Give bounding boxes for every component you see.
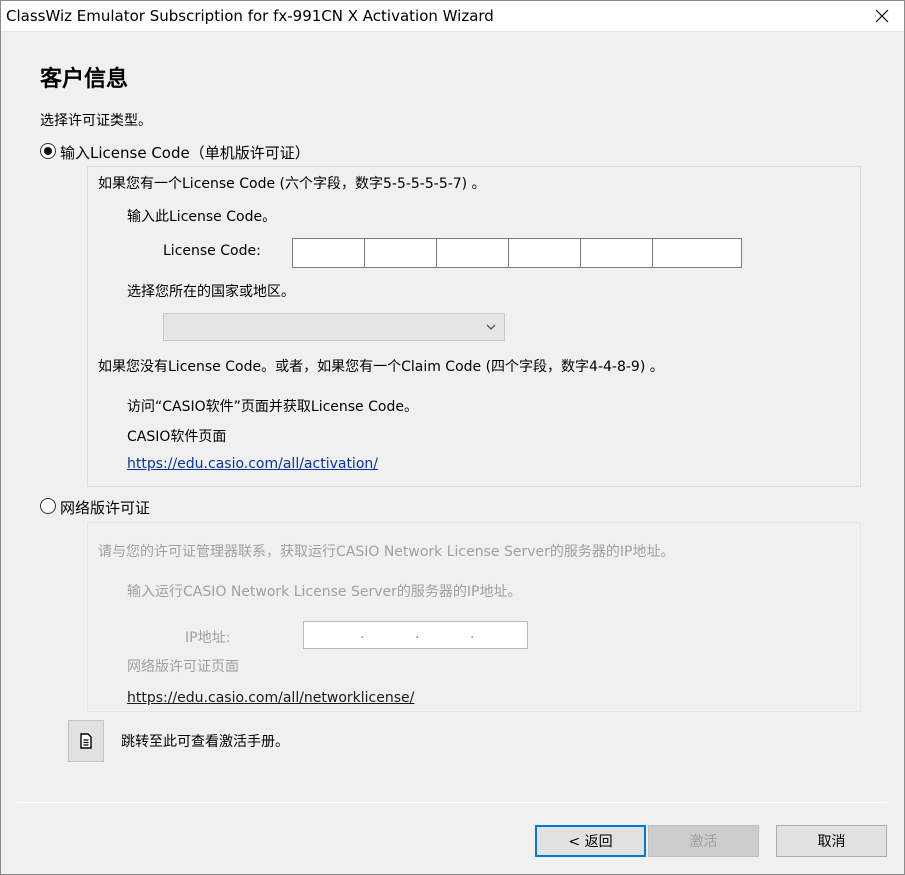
- license-code-intro: 如果您有一个License Code (六个字段，数字5-5-5-5-5-7) …: [98, 176, 486, 192]
- activation-link[interactable]: https://edu.casio.com/all/activation/: [127, 456, 378, 472]
- page-title: 客户信息: [40, 67, 129, 92]
- license-code-label: License Code:: [163, 243, 261, 259]
- software-page-label: CASIO软件页面: [127, 429, 227, 445]
- activate-button[interactable]: 激活: [648, 825, 759, 857]
- manual-button[interactable]: [68, 720, 104, 762]
- license-code-field-4[interactable]: [508, 238, 581, 268]
- license-code-field-2[interactable]: [364, 238, 437, 268]
- network-contact-text: 请与您的许可证管理器联系，获取运行CASIO Network License S…: [98, 544, 675, 560]
- standalone-license-label[interactable]: 输入License Code（单机版许可证）: [60, 142, 310, 163]
- no-license-code-text: 如果您没有License Code。或者，如果您有一个Claim Code (四…: [98, 359, 664, 375]
- close-icon: [875, 9, 889, 23]
- back-button[interactable]: < 返回: [535, 825, 646, 857]
- ip-separator-1: .: [360, 626, 365, 642]
- ip-separator-3: .: [470, 626, 475, 642]
- visit-software-page-text: 访问“CASIO软件”页面并获取License Code。: [127, 399, 418, 415]
- standalone-license-radio[interactable]: [40, 143, 56, 159]
- license-code-field-1[interactable]: [292, 238, 365, 268]
- network-ip-prompt: 输入运行CASIO Network License Server的服务器的IP地…: [127, 584, 522, 600]
- license-code-field-5[interactable]: [580, 238, 653, 268]
- chevron-down-icon: [486, 324, 496, 330]
- cancel-button[interactable]: 取消: [776, 825, 887, 857]
- title-bar: ClassWiz Emulator Subscription for fx-99…: [0, 0, 905, 32]
- ip-separator-2: .: [415, 626, 420, 642]
- network-page-label: 网络版许可证页面: [127, 659, 239, 675]
- close-button[interactable]: [859, 0, 905, 32]
- document-icon: [80, 733, 92, 749]
- ip-address-input[interactable]: . . .: [303, 621, 528, 649]
- license-code-field-3[interactable]: [436, 238, 509, 268]
- manual-text: 跳转至此可查看激活手册。: [121, 734, 289, 750]
- network-license-label[interactable]: 网络版许可证: [60, 497, 150, 518]
- license-type-prompt: 选择许可证类型。: [40, 113, 152, 129]
- network-license-link[interactable]: https://edu.casio.com/all/networklicense…: [127, 690, 414, 706]
- country-prompt: 选择您所在的国家或地区。: [127, 284, 295, 300]
- footer-divider: [17, 802, 887, 803]
- window-title: ClassWiz Emulator Subscription for fx-99…: [6, 7, 494, 25]
- enter-code-prompt: 输入此License Code。: [127, 209, 277, 225]
- country-select[interactable]: [163, 313, 505, 341]
- ip-address-label: IP地址:: [185, 630, 231, 646]
- license-code-field-6[interactable]: [652, 238, 742, 268]
- network-license-radio[interactable]: [40, 498, 56, 514]
